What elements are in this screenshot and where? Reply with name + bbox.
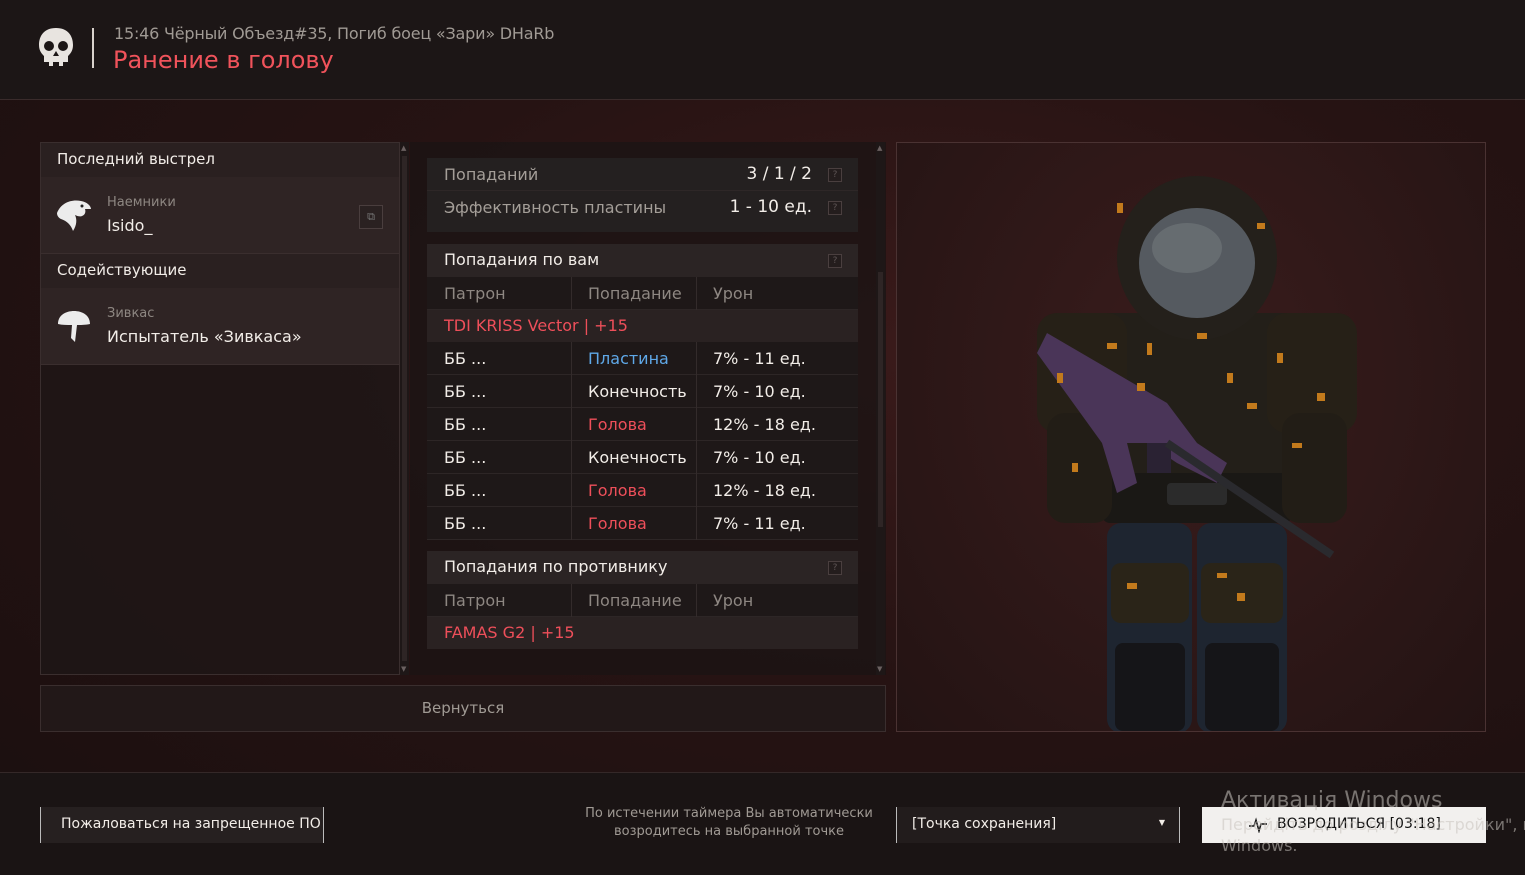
report-cheat-button[interactable]: Пожаловаться на запрещенное ПО [40,807,324,843]
assistant-group: Зивкас [107,306,155,321]
copy-icon[interactable]: ⧉ [359,205,383,229]
hit-cell: Голова [588,481,647,500]
killer-group: Наемники [107,195,176,210]
spawn-point-value: [Точка сохранения] [912,816,1057,832]
table-row: ББ ... Голова 12% - 18 ед. [427,474,858,507]
hits-on-enemy-title: Попадания по противнику ? [427,551,858,584]
hits-on-you-title: Попадания по вам ? [427,244,858,277]
windows-activation-watermark: Активація Windows Перейдіть до розділу "… [1221,788,1525,855]
col-hit: Попадание [588,284,682,303]
windows-activation-text2: Windows. [1221,836,1298,855]
col-damage: Урон [713,591,754,610]
damage-cell: 12% - 18 ед. [713,415,816,434]
hits-on-you-table: Попадания по вам ? Патрон Попадание Урон… [427,244,858,540]
scroll-down-icon[interactable]: ▼ [401,665,406,673]
hits-value: 3 / 1 / 2 [746,164,812,184]
ammo-cell: ББ ... [444,415,487,434]
hit-stats: Попаданий 3 / 1 / 2 ? Эффективность плас… [427,158,858,232]
scroll-up-icon[interactable]: ▲ [401,144,406,152]
damage-cell: 7% - 11 ед. [713,349,806,368]
damage-cell: 12% - 18 ед. [713,481,816,500]
auto-respawn-note-line1: По истечении таймера Вы автоматически [585,806,873,821]
weapon-row: FAMAS G2 | +15 [427,617,858,649]
plate-label: Эффективность пластины [444,198,667,217]
weapon-row: TDI KRISS Vector | +15 [427,310,858,342]
spawn-point-select[interactable]: [Точка сохранения] ▼ [896,807,1180,843]
killer-name: Isido_ [107,216,153,235]
report-cheat-label: Пожаловаться на запрещенное ПО [61,816,321,832]
middle-scrollbar[interactable]: ▲ ▼ [876,142,885,675]
table-row: ББ ... Конечность 7% - 10 ед. [427,441,858,474]
hit-cell: Конечность [588,448,687,467]
table-row: ББ ... Пластина 7% - 11 ед. [427,342,858,375]
ammo-cell: ББ ... [444,382,487,401]
back-button[interactable]: Вернуться [40,685,886,732]
col-damage: Урон [713,284,754,303]
table-row: ББ ... Голова 7% - 11 ед. [427,507,858,540]
help-icon[interactable]: ? [828,201,842,215]
damage-cell: 7% - 10 ед. [713,448,806,467]
hits-label: Попаданий [444,165,539,184]
col-ammo: Патрон [444,591,506,610]
hit-details-panel: Попаданий 3 / 1 / 2 ? Эффективность плас… [410,142,886,675]
windows-activation-title: Активація Windows [1221,788,1443,813]
table-row: ББ ... Конечность 7% - 10 ед. [427,375,858,408]
hits-on-enemy-table: Попадания по противнику ? Патрон Попадан… [427,551,858,649]
hit-cell: Конечность [588,382,687,401]
assistants-header: Содействующие [41,254,399,288]
scroll-thumb[interactable] [878,272,883,527]
assistant-entry[interactable]: Зивкас Испытатель «Зивкаса» [41,288,399,365]
plate-value: 1 - 10 ед. [729,197,812,217]
damage-cell: 7% - 10 ед. [713,382,806,401]
scroll-down-icon[interactable]: ▼ [877,665,882,673]
table-header-row: Патрон Попадание Урон [427,277,858,310]
last-shot-header: Последний выстрел [41,143,399,177]
mushroom-icon [58,311,90,342]
ammo-cell: ББ ... [444,448,487,467]
help-icon[interactable]: ? [828,561,842,575]
table-row: ББ ... Голова 12% - 18 ед. [427,408,858,441]
auto-respawn-note-line2: возродитесь на выбранной точке [613,824,845,839]
participants-panel: Последний выстрел Наемники Isido_ ⧉ Соде… [40,142,400,675]
armored-soldier-image [1037,176,1357,731]
help-icon[interactable]: ? [828,254,842,268]
hits-count-row: Попаданий 3 / 1 / 2 ? [427,158,858,191]
hit-cell: Пластина [588,349,669,368]
death-header: 15:46 Чёрный Объезд#35, Погиб боец «Зари… [0,0,1525,100]
ammo-cell: ББ ... [444,514,487,533]
ammo-cell: ББ ... [444,349,487,368]
col-ammo: Патрон [444,284,506,303]
scroll-up-icon[interactable]: ▲ [877,144,882,152]
hit-cell: Голова [588,514,647,533]
col-hit: Попадание [588,591,682,610]
plate-efficiency-row: Эффективность пластины 1 - 10 ед. ? [427,191,858,224]
hits-on-enemy-title-text: Попадания по противнику [444,557,668,576]
death-info: 15:46 Чёрный Объезд#35, Погиб боец «Зари… [114,24,555,43]
skull-icon [39,28,73,66]
eagle-icon [57,200,91,231]
windows-activation-text: Перейдіть до розділу "Настройки", щ [1221,815,1525,834]
help-icon[interactable]: ? [828,168,842,182]
auto-respawn-note: По истечении таймера Вы автоматически во… [574,805,884,841]
hit-cell: Голова [588,415,647,434]
killer-entry[interactable]: Наемники Isido_ ⧉ [41,177,399,254]
table-header-row: Патрон Попадание Урон [427,584,858,617]
hits-on-you-title-text: Попадания по вам [444,250,600,269]
scroll-thumb[interactable] [402,156,407,661]
damage-cell: 7% - 11 ед. [713,514,806,533]
left-scrollbar[interactable]: ▲ ▼ [400,142,409,675]
dropdown-arrow-icon: ▼ [1158,818,1165,827]
ammo-cell: ББ ... [444,481,487,500]
header-divider [92,28,94,68]
killer-character-model [896,142,1486,732]
death-cause-title: Ранение в голову [113,46,334,74]
assistant-name: Испытатель «Зивкаса» [107,327,302,346]
